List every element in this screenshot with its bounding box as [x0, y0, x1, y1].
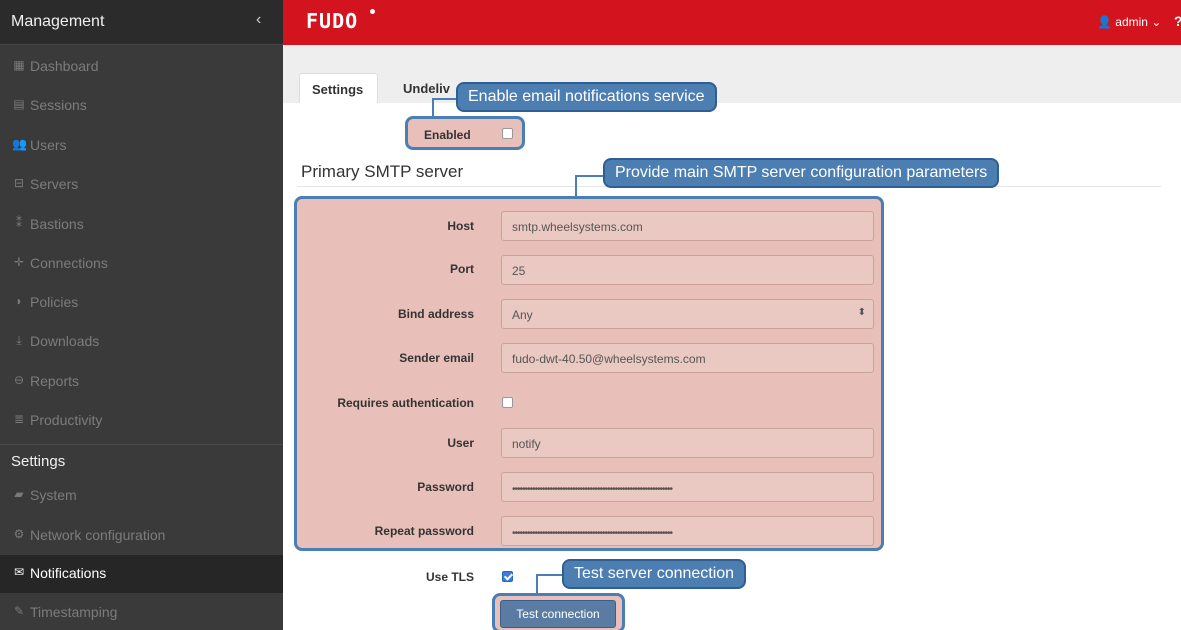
section-title: Primary SMTP server [301, 162, 464, 181]
tab-settings[interactable]: Settings [299, 73, 378, 103]
bind-address-value: Any [512, 308, 533, 322]
port-label: Port [450, 262, 474, 276]
policies-icon: ◗ [15, 294, 23, 308]
sidebar-item-label: Network configuration [30, 527, 166, 543]
folder-icon: ▰ [14, 487, 24, 501]
sidebar-item-label: Reports [30, 373, 80, 389]
downloads-icon: ⤓ [16, 333, 22, 347]
users-icon: 👥 [12, 137, 27, 151]
sessions-icon: ▤ [13, 97, 25, 111]
sidebar-item-policies[interactable]: ◗ Policies [0, 284, 283, 322]
user-name: admin [1115, 15, 1148, 29]
gear-icon: ⚙ [13, 527, 25, 541]
sidebar-item-label: System [30, 487, 77, 503]
password-mask: ••••••••••••••••••••••••••••••••••••••••… [512, 484, 673, 495]
sidebar-title: Management [11, 13, 105, 30]
sidebar-item-servers[interactable]: ⊟ Servers [0, 166, 283, 204]
requires-auth-label: Requires authentication [337, 396, 474, 410]
host-input[interactable]: smtp.wheelsystems.com [501, 211, 874, 241]
sidebar-item-network-configuration[interactable]: ⚙ Network configuration [0, 517, 283, 555]
user-label: User [447, 436, 474, 450]
test-callout: Test server connection [562, 559, 747, 589]
sidebar-item-timestamping[interactable]: ✎ Timestamping [0, 594, 283, 630]
connections-icon: ✛ [13, 255, 25, 269]
password-label: Password [417, 480, 474, 494]
host-label: Host [447, 219, 474, 233]
sidebar-item-label: Productivity [30, 412, 103, 428]
top-bar: FUDO 👤 admin ⌄ ? [283, 0, 1181, 45]
user-input[interactable]: notify [501, 428, 874, 458]
dashboard-icon: ▦ [13, 58, 25, 72]
sidebar-item-users[interactable]: 👥 Users [0, 127, 283, 165]
repeat-password-input[interactable]: ••••••••••••••••••••••••••••••••••••••••… [501, 516, 874, 546]
sidebar-item-label: Connections [30, 255, 108, 271]
sidebar-header: Management ‹ [0, 0, 283, 45]
select-arrows-icon: ⬍ [857, 307, 866, 318]
chevron-down-icon: ⌄ [1151, 15, 1162, 29]
enable-callout: Enable email notifications service [456, 82, 717, 112]
tab-bar: Settings Undeliv [283, 45, 1181, 103]
collapse-icon[interactable]: ‹ [256, 11, 261, 29]
sidebar-item-label: Downloads [30, 333, 100, 349]
test-connection-button[interactable]: Test connection [500, 600, 616, 628]
tab-label: Undeliv [403, 81, 450, 96]
sidebar-item-reports[interactable]: ⊖ Reports [0, 363, 283, 401]
reports-icon: ⊖ [13, 373, 25, 387]
envelope-icon: ✉ [13, 565, 25, 579]
enable-callout-connector [432, 98, 458, 118]
bastions-icon: ⁑ [16, 216, 22, 230]
edit-icon: ✎ [13, 604, 25, 618]
sidebar-item-label: Notifications [30, 565, 107, 581]
smtp-callout: Provide main SMTP server configuration p… [603, 158, 1000, 188]
logo-dot [370, 9, 375, 14]
sender-email-label: Sender email [399, 351, 474, 365]
user-menu[interactable]: 👤 admin ⌄ [1097, 15, 1161, 29]
sidebar-item-label: Bastions [30, 216, 84, 232]
bind-address-label: Bind address [397, 307, 474, 321]
password-input[interactable]: ••••••••••••••••••••••••••••••••••••••••… [501, 472, 874, 502]
sidebar-item-label: Dashboard [30, 58, 99, 74]
sidebar-item-downloads[interactable]: ⤓ Downloads [0, 323, 283, 361]
sidebar-item-system[interactable]: ▰ System [0, 477, 283, 515]
user-icon: 👤 [1097, 15, 1112, 29]
sidebar-item-label: Servers [30, 176, 79, 192]
productivity-icon: ≣ [13, 412, 25, 426]
requires-auth-checkbox[interactable] [502, 397, 513, 408]
fudo-logo: FUDO [306, 9, 359, 33]
smtp-callout-connector [575, 175, 605, 197]
sidebar-item-bastions[interactable]: ⁑ Bastions [0, 206, 283, 244]
enabled-label: Enabled [424, 128, 471, 142]
enabled-checkbox[interactable] [502, 128, 513, 139]
sidebar-section-settings: Settings [0, 444, 283, 478]
sender-email-input[interactable]: fudo-dwt-40.50@wheelsystems.com [501, 343, 874, 373]
sidebar-item-productivity[interactable]: ≣ Productivity [0, 402, 283, 440]
use-tls-checkbox[interactable] [502, 571, 513, 582]
sidebar-item-label: Users [30, 137, 67, 153]
port-input[interactable]: 25 [501, 255, 874, 285]
repeat-password-mask: ••••••••••••••••••••••••••••••••••••••••… [512, 528, 673, 539]
sidebar-item-notifications[interactable]: ✉ Notifications [0, 555, 283, 593]
bind-address-select[interactable]: Any ⬍ [501, 299, 874, 329]
sidebar: Management ‹ ▦ Dashboard ▤ Sessions 👥 Us… [0, 0, 283, 630]
sidebar-item-label: Timestamping [30, 604, 118, 620]
sidebar-item-label: Sessions [30, 97, 87, 113]
sidebar-item-connections[interactable]: ✛ Connections [0, 245, 283, 283]
repeat-password-label: Repeat password [374, 524, 474, 538]
use-tls-label: Use TLS [425, 570, 474, 584]
servers-icon: ⊟ [13, 176, 25, 190]
tab-label: Settings [312, 82, 364, 97]
sidebar-item-sessions[interactable]: ▤ Sessions [0, 87, 283, 125]
sidebar-item-label: Policies [30, 294, 79, 310]
sidebar-item-dashboard[interactable]: ▦ Dashboard [0, 48, 283, 86]
help-icon[interactable]: ? [1174, 13, 1181, 29]
sidebar-section-label: Settings [11, 453, 66, 470]
